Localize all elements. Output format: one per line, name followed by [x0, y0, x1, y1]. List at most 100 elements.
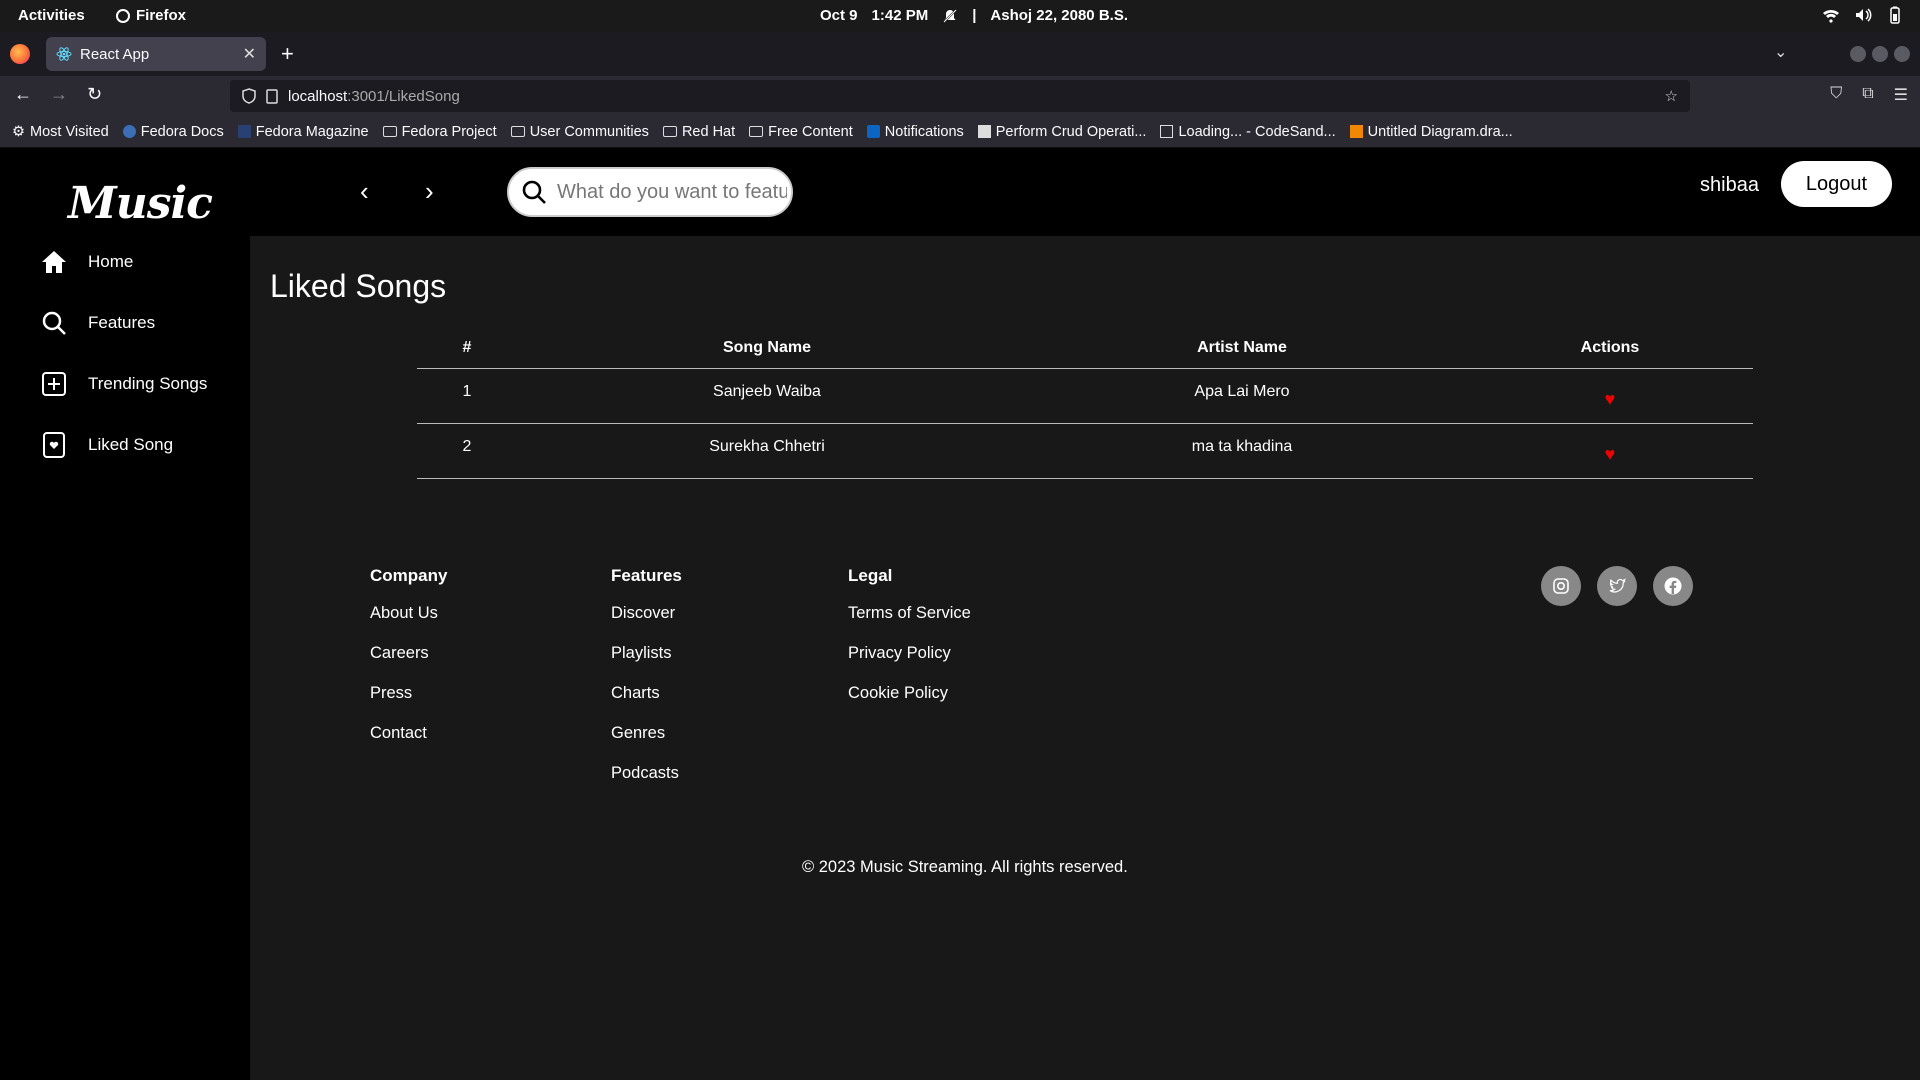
fedora-icon	[122, 125, 136, 138]
close-window-button[interactable]	[1894, 46, 1910, 62]
time-text: 1:42 PM	[871, 7, 929, 24]
bookmark-label: Loading... - CodeSand...	[1178, 123, 1336, 140]
table-row: 1 Sanjeeb Waiba Apa Lai Mero ♥	[417, 368, 1753, 424]
bookmark-perform-crud[interactable]: Perform Crud Operati...	[977, 124, 1146, 140]
url-host: localhost	[288, 87, 348, 105]
instagram-icon[interactable]	[1541, 566, 1581, 606]
shield-icon	[242, 88, 256, 104]
row-number: 2	[417, 423, 517, 479]
footer-link-cookie[interactable]: Cookie Policy	[848, 684, 971, 724]
notifications-off-icon	[943, 8, 957, 23]
clock[interactable]: Oct 9 1:42 PM | Ashoj 22, 2080 B.S.	[820, 7, 1128, 24]
artist-name: ma ta khadina	[1017, 423, 1467, 479]
column-header-artist: Artist Name	[1017, 328, 1467, 369]
sidebar-item-label: Features	[88, 313, 156, 332]
codesandbox-icon	[1160, 125, 1174, 138]
back-arrow-icon[interactable]: ←	[14, 84, 32, 105]
footer-link-playlists[interactable]: Playlists	[611, 644, 682, 684]
sidebar-item-home[interactable]: Home	[40, 248, 133, 276]
app-name: Firefox	[136, 7, 187, 24]
footer-link-terms[interactable]: Terms of Service	[848, 604, 971, 644]
toolbar-right: ⛉ ⧉ ☰	[1830, 85, 1908, 105]
gear-icon: ⚙	[12, 123, 25, 140]
heart-icon[interactable]: ♥	[1605, 389, 1616, 410]
footer-link-about-us[interactable]: About Us	[370, 604, 447, 644]
twitter-icon[interactable]	[1597, 566, 1637, 606]
sidebar-item-trending-songs[interactable]: Trending Songs	[40, 370, 207, 398]
bookmark-label: Untitled Diagram.dra...	[1367, 123, 1513, 140]
activities-button[interactable]: Activities	[18, 7, 85, 24]
search-input[interactable]	[557, 180, 787, 204]
window-controls	[1850, 46, 1910, 62]
tab-close-icon[interactable]: ✕	[243, 44, 256, 64]
bookmark-free-content[interactable]: Free Content	[749, 124, 853, 140]
column-header-song: Song Name	[517, 328, 1017, 369]
drawio-icon	[1349, 125, 1363, 138]
app-header: ‹ › shibaa Logout	[250, 148, 1920, 236]
chevron-down-icon[interactable]: ⌄	[1774, 42, 1787, 62]
menu-icon[interactable]: ☰	[1894, 85, 1908, 105]
pocket-icon[interactable]: ⛉	[1830, 85, 1842, 105]
footer: Company About Us Careers Press Contact F…	[250, 566, 1920, 966]
bookmark-most-visited[interactable]: ⚙ Most Visited	[12, 124, 109, 140]
search-icon	[522, 180, 546, 204]
bookmark-codesandbox[interactable]: Loading... - CodeSand...	[1160, 123, 1336, 140]
new-tab-button[interactable]: +	[281, 41, 294, 67]
bookmark-notifications[interactable]: Notifications	[866, 124, 964, 140]
footer-link-press[interactable]: Press	[370, 684, 447, 724]
folder-icon	[382, 126, 397, 137]
footer-link-genres[interactable]: Genres	[611, 724, 682, 764]
row-actions: ♥	[1467, 423, 1753, 479]
bookmark-user-communities[interactable]: User Communities	[510, 123, 649, 140]
minimize-button[interactable]	[1850, 46, 1866, 62]
app-menu[interactable]: Firefox	[116, 7, 186, 24]
tab-strip: React App ✕ + ⌄	[0, 32, 1920, 76]
bookmark-drawio[interactable]: Untitled Diagram.dra...	[1349, 123, 1513, 140]
footer-company-column: Company About Us Careers Press Contact	[370, 566, 447, 764]
tab-react-app[interactable]: React App ✕	[46, 37, 266, 71]
page-icon	[266, 88, 278, 104]
facebook-icon[interactable]	[1653, 566, 1693, 606]
heart-icon[interactable]: ♥	[1605, 444, 1616, 465]
logout-button[interactable]: Logout	[1781, 161, 1892, 207]
footer-link-discover[interactable]: Discover	[611, 604, 682, 644]
sidebar-item-features[interactable]: Features	[40, 309, 155, 337]
reload-icon[interactable]: ↻	[87, 84, 102, 105]
page-title: Liked Songs	[270, 268, 447, 304]
firefox-app-icon	[116, 8, 130, 23]
maximize-button[interactable]	[1872, 46, 1888, 62]
music-app: Music Home Features Trending Songs Liked…	[0, 148, 1920, 1080]
page-icon	[977, 125, 991, 138]
bookmark-red-hat[interactable]: Red Hat	[662, 124, 735, 140]
date-text: Oct 9	[820, 7, 858, 24]
bookmark-fedora-magazine[interactable]: Fedora Magazine	[237, 124, 369, 140]
sidebar-item-label: Liked Song	[88, 435, 174, 454]
footer-link-privacy[interactable]: Privacy Policy	[848, 644, 971, 684]
bookmark-fedora-docs[interactable]: Fedora Docs	[122, 124, 224, 140]
bookmark-label: Most Visited	[30, 123, 109, 140]
navigation-toolbar: ← → ↻ localhost:3001/LikedSong ☆ ⛉ ⧉ ☰	[0, 76, 1920, 116]
sidebar-item-liked-song[interactable]: Liked Song	[40, 431, 173, 459]
footer-link-contact[interactable]: Contact	[370, 724, 447, 764]
row-actions: ♥	[1467, 368, 1753, 424]
url-bar[interactable]: localhost:3001/LikedSong ☆	[230, 80, 1690, 112]
footer-link-podcasts[interactable]: Podcasts	[611, 764, 682, 804]
system-top-bar: Activities Firefox Oct 9 1:42 PM | Ashoj…	[0, 0, 1920, 32]
footer-link-careers[interactable]: Careers	[370, 644, 447, 684]
forward-arrow-icon[interactable]: →	[50, 84, 68, 105]
bookmark-star-icon[interactable]: ☆	[1665, 87, 1678, 105]
bookmarks-toolbar: ⚙ Most Visited Fedora Docs Fedora Magazin…	[0, 116, 1920, 148]
system-tray[interactable]	[1822, 6, 1904, 24]
footer-link-charts[interactable]: Charts	[611, 684, 682, 724]
chevron-right-icon[interactable]: ›	[425, 176, 434, 207]
username-label: shibaa	[1700, 174, 1759, 196]
chevron-left-icon[interactable]: ‹	[360, 176, 369, 207]
tab-title: React App	[80, 45, 150, 63]
plus-square-icon	[42, 372, 66, 396]
bookmark-label: User Communities	[529, 123, 649, 140]
bookmark-fedora-project[interactable]: Fedora Project	[382, 124, 497, 140]
nepali-date: Ashoj 22, 2080 B.S.	[990, 7, 1128, 24]
music-logo[interactable]: Music	[68, 178, 213, 229]
extensions-icon[interactable]: ⧉	[1862, 85, 1873, 105]
social-links	[1541, 566, 1693, 606]
